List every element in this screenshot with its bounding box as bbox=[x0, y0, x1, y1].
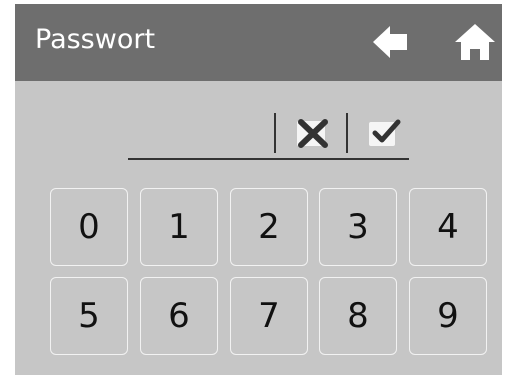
page-title: Passwort bbox=[35, 24, 156, 55]
clear-x-icon bbox=[297, 119, 328, 148]
key-5[interactable]: 5 bbox=[50, 277, 128, 355]
confirm-button[interactable] bbox=[367, 118, 401, 148]
key-4[interactable]: 4 bbox=[409, 188, 487, 266]
password-entry bbox=[128, 111, 409, 160]
arrow-left-icon bbox=[373, 26, 407, 58]
key-1[interactable]: 1 bbox=[140, 188, 218, 266]
header-bar: Passwort bbox=[15, 4, 502, 81]
divider bbox=[346, 113, 348, 153]
key-7[interactable]: 7 bbox=[230, 277, 308, 355]
home-icon bbox=[455, 24, 495, 60]
checkmark-icon bbox=[369, 119, 401, 146]
back-button[interactable] bbox=[371, 22, 415, 62]
key-2[interactable]: 2 bbox=[230, 188, 308, 266]
key-9[interactable]: 9 bbox=[409, 277, 487, 355]
password-screen: Passwort 0 1 2 3 4 5 6 7 8 9 bbox=[15, 4, 502, 375]
key-3[interactable]: 3 bbox=[319, 188, 397, 266]
home-button[interactable] bbox=[453, 22, 497, 62]
divider bbox=[274, 113, 276, 153]
key-0[interactable]: 0 bbox=[50, 188, 128, 266]
key-8[interactable]: 8 bbox=[319, 277, 397, 355]
clear-button[interactable] bbox=[295, 118, 329, 148]
numeric-keypad: 0 1 2 3 4 5 6 7 8 9 bbox=[50, 188, 487, 360]
input-underline bbox=[128, 158, 409, 160]
key-6[interactable]: 6 bbox=[140, 277, 218, 355]
password-input[interactable] bbox=[128, 119, 268, 149]
